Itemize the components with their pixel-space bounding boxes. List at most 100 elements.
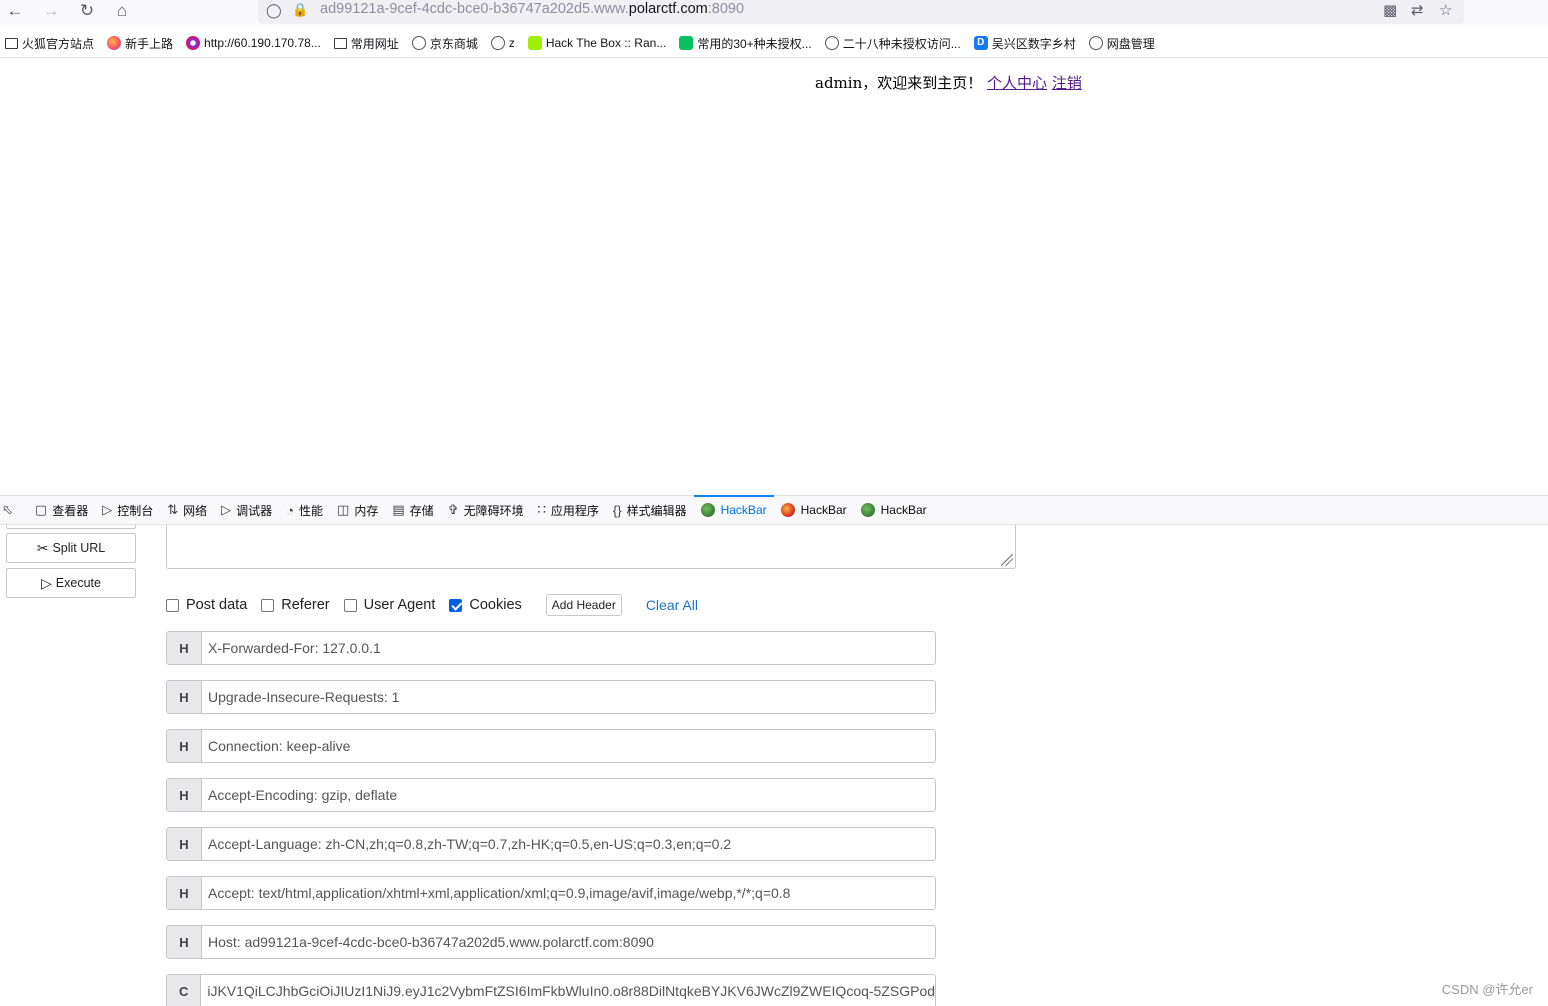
- header-type-tag[interactable]: H: [167, 632, 202, 664]
- firefox-icon: [107, 36, 122, 50]
- element-picker-icon[interactable]: ⬁: [0, 496, 28, 525]
- folder-icon: [5, 37, 18, 49]
- performance-icon: ◔: [286, 502, 295, 518]
- header-input[interactable]: Connection: keep-alive: [202, 730, 350, 762]
- tab-debugger[interactable]: ▷ 调试器: [214, 496, 279, 525]
- console-icon: ▷: [102, 502, 113, 517]
- cookies-checkbox[interactable]: Cookies: [449, 597, 522, 613]
- url-textarea[interactable]: [166, 525, 1016, 569]
- storage-icon: ▤: [392, 502, 405, 517]
- inspector-icon: ▢: [34, 502, 48, 517]
- bookmark-item[interactable]: 新手上路: [107, 35, 173, 52]
- tab-hackbar-3[interactable]: HackBar: [854, 496, 934, 525]
- debugger-icon: ▷: [221, 502, 232, 517]
- header-type-tag[interactable]: H: [167, 828, 202, 860]
- csdn-watermark: CSDN @许允er: [1441, 982, 1533, 997]
- header-input[interactable]: Upgrade-Insecure-Requests: 1: [202, 681, 399, 713]
- header-row: H Accept-Language: zh-CN,zh;q=0.8,zh-TW;…: [166, 827, 936, 861]
- style-editor-icon: {}: [612, 502, 622, 518]
- memory-icon: ◫: [337, 502, 350, 517]
- tab-storage[interactable]: ▤ 存储: [385, 496, 440, 525]
- bookmark-item[interactable]: z: [490, 36, 515, 50]
- application-icon: ∷: [537, 502, 546, 517]
- bookmark-item[interactable]: Hack The Box :: Ran...: [527, 36, 666, 50]
- tab-network[interactable]: ⇅ 网络: [160, 496, 214, 525]
- bookmark-item[interactable]: 二十八种未授权访问...: [824, 35, 961, 52]
- add-header-button[interactable]: Add Header: [545, 594, 622, 616]
- hackbar-green-icon: [860, 503, 875, 517]
- request-options: Post data Referer User Agent Cookies Add…: [166, 594, 698, 616]
- qr-code-icon[interactable]: ▩: [1383, 1, 1397, 19]
- bookmark-star-icon[interactable]: ☆: [1439, 1, 1452, 19]
- header-input[interactable]: Accept-Language: zh-CN,zh;q=0.8,zh-TW;q=…: [202, 828, 731, 860]
- url-text[interactable]: ad99121a-9cef-4cdc-bce0-b36747a202d5.www…: [320, 1, 744, 17]
- tab-hackbar-1[interactable]: HackBar: [693, 494, 774, 525]
- scissors-icon: ✂: [36, 539, 49, 556]
- home-icon[interactable]: ⌂: [110, 0, 134, 22]
- header-input[interactable]: Host: ad99121a-9cef-4cdc-bce0-b36747a202…: [202, 926, 654, 958]
- clear-all-link[interactable]: Clear All: [646, 597, 698, 613]
- tab-performance[interactable]: ◔ 性能: [279, 496, 330, 525]
- bookmark-item[interactable]: 火狐官方站点: [5, 35, 94, 52]
- site-favicon-icon: [186, 36, 201, 50]
- header-input[interactable]: Accept: text/html,application/xhtml+xml,…: [202, 877, 790, 909]
- checkbox-checked-icon[interactable]: [449, 598, 463, 612]
- tab-inspector[interactable]: ▢ 查看器: [28, 496, 95, 525]
- bookmark-item[interactable]: 网盘管理: [1088, 35, 1155, 52]
- header-type-tag[interactable]: H: [167, 730, 202, 762]
- cookie-type-tag[interactable]: C: [167, 975, 202, 1006]
- load-url-button[interactable]: [6, 525, 136, 529]
- back-arrow-icon[interactable]: ←: [3, 0, 27, 22]
- bookmark-item[interactable]: http://60.190.170.78...: [186, 36, 321, 50]
- header-type-tag[interactable]: H: [167, 779, 202, 811]
- tab-application[interactable]: ∷ 应用程序: [531, 496, 606, 525]
- referer-checkbox[interactable]: Referer: [261, 597, 330, 613]
- header-input[interactable]: Accept-Encoding: gzip, deflate: [202, 779, 397, 811]
- header-type-tag[interactable]: H: [167, 877, 202, 909]
- logout-link[interactable]: 注销: [1052, 74, 1082, 92]
- tab-hackbar-2[interactable]: HackBar: [774, 496, 854, 525]
- cookie-input[interactable]: iJKV1QiLCJhbGciOiJIUzI1NiJ9.eyJ1c2VybmFt…: [201, 975, 935, 1006]
- bookmark-item[interactable]: 京东商城: [411, 35, 478, 52]
- wechat-icon: [679, 36, 694, 50]
- globe-icon: [824, 36, 839, 50]
- bookmarks-toolbar: 火狐官方站点 新手上路 http://60.190.170.78... 常用网址…: [0, 31, 1548, 55]
- split-url-button[interactable]: ✂ Split URL: [6, 533, 136, 563]
- header-row: H Upgrade-Insecure-Requests: 1: [166, 680, 936, 714]
- header-row: H Connection: keep-alive: [166, 729, 936, 763]
- forward-arrow-icon[interactable]: →: [39, 0, 63, 22]
- tab-memory[interactable]: ◫ 内存: [330, 496, 385, 525]
- insecure-lock-icon[interactable]: 🔒: [292, 2, 308, 18]
- url-bar[interactable]: ◯ 🔒 ad99121a-9cef-4cdc-bce0-b36747a202d5…: [258, 0, 1464, 24]
- tab-style-editor[interactable]: {} 样式编辑器: [606, 496, 694, 525]
- header-input[interactable]: X-Forwarded-For: 127.0.0.1: [202, 632, 381, 664]
- reload-icon[interactable]: ↻: [75, 0, 99, 22]
- bookmark-item[interactable]: D 吴兴区数字乡村: [973, 35, 1076, 52]
- folder-icon: [333, 37, 347, 49]
- resize-handle-icon[interactable]: [1001, 554, 1013, 566]
- hackbar-orange-icon: [780, 503, 795, 517]
- welcome-message: admin，欢迎来到主页！ 个人中心 注销: [815, 72, 1082, 93]
- tracking-protection-shield-icon[interactable]: ◯: [266, 2, 282, 19]
- translate-icon[interactable]: ⇄: [1411, 1, 1424, 19]
- tab-console[interactable]: ▷ 控制台: [95, 496, 160, 525]
- header-type-tag[interactable]: H: [167, 681, 202, 713]
- bookmark-item[interactable]: 常用的30+种未授权...: [679, 35, 812, 52]
- hackbar-panel: ✂ Split URL ▷ Execute Post data Referer …: [0, 525, 1548, 1006]
- navigation-bar: ← → ↻ ⌂ ◯ 🔒 ad99121a-9cef-4cdc-bce0-b367…: [0, 0, 1548, 25]
- post-data-checkbox[interactable]: Post data: [166, 597, 247, 613]
- execute-button[interactable]: ▷ Execute: [6, 568, 136, 598]
- devtools-tab-bar: ⬁ ▢ 查看器 ▷ 控制台 ⇅ 网络 ▷ 调试器 ◔ 性能 ◫ 内存 ▤ 存储 ✞ 无障碍环境 …: [0, 494, 1548, 525]
- user-agent-checkbox[interactable]: User Agent: [343, 597, 435, 613]
- tab-accessibility[interactable]: ✞ 无障碍环境: [441, 496, 531, 525]
- bookmark-item[interactable]: 常用网址: [333, 35, 399, 52]
- checkbox-icon[interactable]: [343, 598, 357, 612]
- checkbox-icon[interactable]: [261, 598, 275, 612]
- header-row: H Accept-Encoding: gzip, deflate: [166, 778, 936, 812]
- header-type-tag[interactable]: H: [167, 926, 202, 958]
- hackbar-green-icon: [700, 503, 715, 517]
- checkbox-icon[interactable]: [166, 598, 179, 612]
- profile-link[interactable]: 个人中心: [987, 74, 1047, 92]
- header-row: H Accept: text/html,application/xhtml+xm…: [166, 876, 936, 910]
- network-icon: ⇅: [167, 502, 179, 517]
